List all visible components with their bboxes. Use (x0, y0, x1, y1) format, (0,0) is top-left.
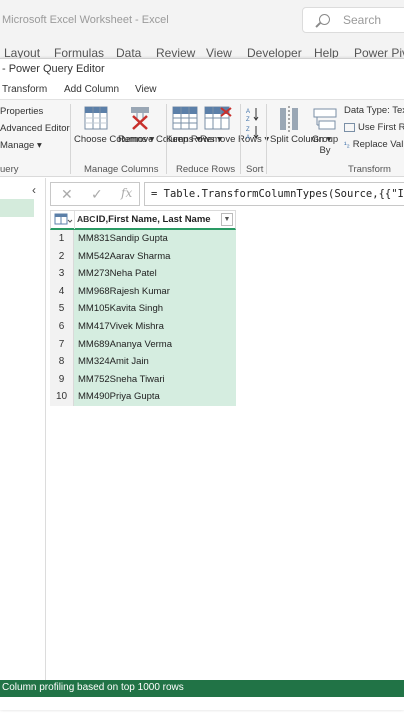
row-number: 4 (50, 282, 74, 301)
table-cell[interactable]: MM105Kavita Singh (74, 300, 236, 318)
filter-dropdown-icon[interactable]: ▼ (221, 213, 233, 226)
pq-ribbon-tabs: Transform Add Column View (0, 81, 404, 99)
advanced-editor-button[interactable]: Advanced Editor (0, 123, 70, 134)
column-header[interactable]: ID,First Name, Last Name (96, 214, 211, 225)
split-column-icon (278, 106, 300, 135)
table-row[interactable]: 7 MM689Ananya Verma (50, 335, 236, 354)
table-row[interactable]: 3 MM273Neha Patel (50, 265, 236, 283)
transform-group-label: Transform (348, 164, 391, 175)
sort-ascending-icon[interactable]: AZ (246, 106, 260, 125)
table-row[interactable]: 5 MM105Kavita Singh (50, 300, 236, 318)
ribbon-separator (240, 104, 241, 174)
ribbon-separator (70, 104, 71, 174)
excel-search-box[interactable]: Search (302, 7, 404, 33)
confirm-icon[interactable]: ✓ (91, 186, 103, 203)
replace-icon: ¹₂ (344, 140, 350, 149)
choose-columns-icon (84, 106, 108, 133)
queries-pane: ‹ (0, 178, 46, 684)
row-number: 1 (50, 230, 74, 248)
remove-rows-button[interactable]: Remove Rows ▾ (200, 134, 269, 145)
properties-button[interactable]: Properties (0, 106, 43, 117)
pq-window-title: - Power Query Editor (2, 63, 105, 75)
table-cell[interactable]: MM490Priya Gupta (74, 388, 236, 406)
svg-text:A: A (246, 109, 250, 115)
pq-title-bar: - Power Query Editor (0, 59, 404, 81)
status-text: Column profiling based on top 1000 rows (2, 682, 184, 693)
table-cell[interactable]: MM968Rajesh Kumar (74, 282, 236, 301)
grid-header: ABC ID,First Name, Last Name ▼ (50, 210, 236, 230)
row-number: 3 (50, 265, 74, 283)
svg-text:Z: Z (246, 127, 250, 133)
sort-descending-icon[interactable]: ZA (246, 124, 260, 143)
sort-group-label: Sort (246, 164, 264, 175)
excel-title-bar: Microsoft Excel Worksheet - Excel Search (0, 0, 404, 44)
excel-window-title: Microsoft Excel Worksheet - Excel (2, 14, 169, 26)
formula-bar: ✕ ✓ fx = Table.TransformColumnTypes(Sour… (50, 182, 404, 206)
table-cell[interactable]: MM273Neha Patel (74, 265, 236, 283)
table-row[interactable]: 9 MM752Sneha Tiwari (50, 370, 236, 389)
collapse-arrow-icon[interactable]: ‹ (32, 183, 36, 197)
replace-values-button[interactable]: ¹₂ Replace Val (344, 139, 403, 150)
table-cell[interactable]: MM831Sandip Gupta (74, 230, 236, 248)
table-row[interactable]: 2 MM542Aarav Sharma (50, 247, 236, 266)
ribbon-separator (266, 104, 267, 174)
remove-columns-button[interactable]: Remove Columns ▾ (118, 134, 201, 145)
table-row[interactable]: 4 MM968Rajesh Kumar (50, 282, 236, 301)
row-number: 9 (50, 370, 74, 389)
svg-text:A: A (246, 135, 250, 140)
pq-ribbon: Properties Advanced Editor Manage ▾ uery… (0, 99, 404, 177)
status-bar: Column profiling based on top 1000 rows (0, 680, 404, 697)
table-cell[interactable]: MM324Amit Jain (74, 353, 236, 371)
table-cell[interactable]: MM752Sneha Tiwari (74, 370, 236, 389)
formula-controls: ✕ ✓ fx (50, 182, 140, 206)
search-icon (319, 14, 330, 25)
group-by-button[interactable]: Group By (310, 134, 340, 156)
table-menu-icon[interactable] (51, 211, 75, 229)
table-row[interactable]: 10 MM490Priya Gupta (50, 388, 236, 406)
keep-rows-button[interactable]: Keep Rows ▾ (166, 134, 222, 145)
table-row[interactable]: 1 MM831Sandip Gupta (50, 230, 236, 248)
row-number: 5 (50, 300, 74, 318)
grid-rows: 1 MM831Sandip Gupta 2 MM542Aarav Sharma 3M… (50, 230, 236, 406)
query-group-label: uery (0, 164, 19, 175)
cancel-icon[interactable]: ✕ (61, 186, 73, 203)
data-type-dropdown[interactable]: Data Type: Text (344, 105, 404, 116)
fx-icon[interactable]: fx (121, 186, 132, 200)
row-number: 10 (50, 388, 74, 406)
manage-columns-label: Manage Columns (84, 164, 159, 175)
query-item-selected[interactable] (0, 199, 34, 217)
table-cell[interactable]: MM417Vivek Mishra (74, 317, 236, 336)
table-icon (344, 122, 355, 132)
table-cell[interactable]: MM689Ananya Verma (74, 335, 236, 354)
manage-button[interactable]: Manage ▾ (0, 140, 42, 151)
row-number: 2 (50, 247, 74, 266)
search-label: Search (343, 13, 382, 27)
table-cell[interactable]: MM542Aarav Sharma (74, 247, 236, 266)
group-by-icon (313, 108, 337, 133)
table-row[interactable]: 8 MM324Amit Jain (50, 353, 236, 371)
remove-columns-icon (128, 106, 152, 133)
svg-text:Z: Z (246, 117, 250, 122)
use-first-row-button[interactable]: Use First Ro (344, 122, 404, 133)
remove-rows-icon (204, 106, 232, 133)
row-number: 7 (50, 335, 74, 354)
tab-add-column[interactable]: Add Column (64, 84, 119, 95)
choose-columns-button[interactable]: Choose Columns ▾ (74, 134, 154, 145)
split-column-button[interactable]: Split Column ▾ (270, 134, 331, 145)
reduce-rows-label: Reduce Rows (176, 164, 236, 175)
row-number: 8 (50, 353, 74, 371)
tab-transform[interactable]: Transform (2, 84, 47, 95)
text-type-icon[interactable]: ABC (77, 214, 95, 224)
table-row[interactable]: 6 MM417Vivek Mishra (50, 317, 236, 336)
tab-view[interactable]: View (135, 84, 157, 95)
formula-input[interactable]: = Table.TransformColumnTypes(Source,{{"I… (144, 182, 404, 206)
row-number: 6 (50, 317, 74, 336)
keep-rows-icon (172, 106, 198, 133)
